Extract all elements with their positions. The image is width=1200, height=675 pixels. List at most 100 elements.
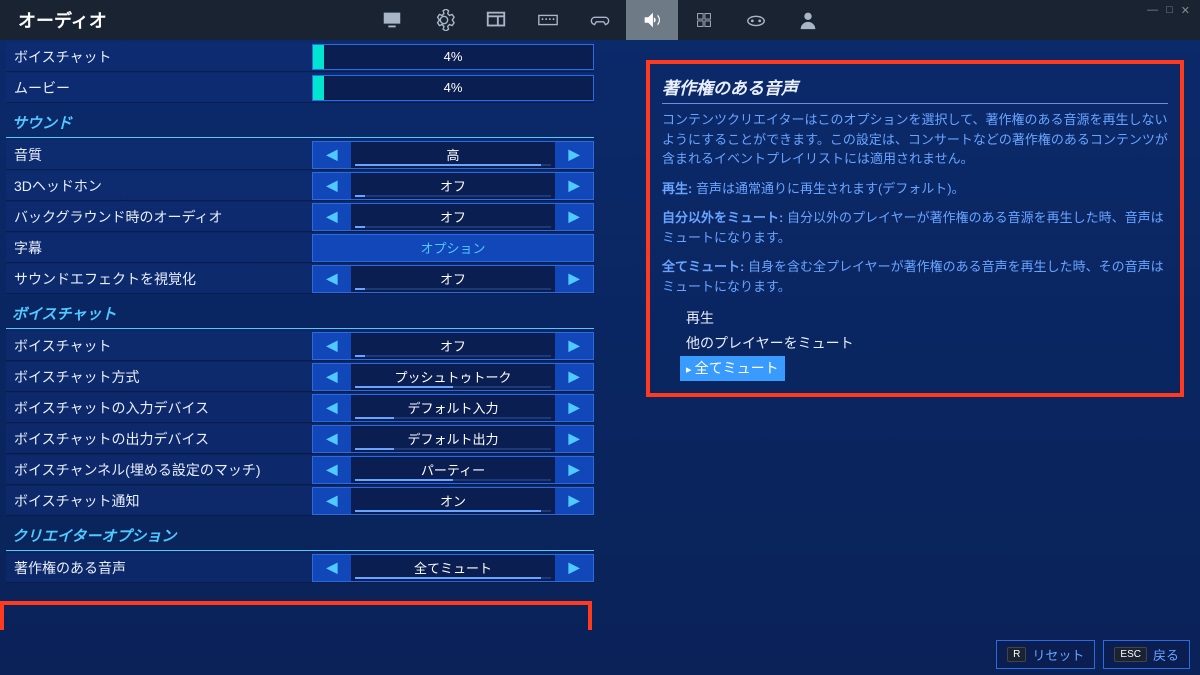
value-display: オフ [351,266,555,292]
value-selector[interactable]: ◀全てミュート▶ [312,554,594,582]
tab-controller-icon[interactable] [730,0,782,40]
value-selector[interactable]: ◀オフ▶ [312,332,594,360]
value-selector[interactable]: ◀高▶ [312,141,594,169]
slider[interactable]: 4% [312,43,594,71]
top-bar: オーディオ — □ ✕ [0,0,1200,40]
value-selector[interactable]: ◀オン▶ [312,487,594,515]
setting-row[interactable]: ボイスチャットの入力デバイス◀デフォルト入力▶ [6,393,594,423]
arrow-right-icon[interactable]: ▶ [555,395,593,421]
arrow-left-icon[interactable]: ◀ [313,457,351,483]
arrow-left-icon[interactable]: ◀ [313,555,351,581]
arrow-right-icon[interactable]: ▶ [555,457,593,483]
value-selector[interactable]: ◀オフ▶ [312,203,594,231]
row-label: サウンドエフェクトを視覚化 [6,269,312,289]
window-controls: — □ ✕ [1147,4,1190,17]
row-label: 字幕 [6,238,312,258]
value-selector[interactable]: ◀パーティー▶ [312,456,594,484]
row-label: ボイスチャットの入力デバイス [6,398,312,418]
info-body: コンテンツクリエイターはこのオプションを選択して、著作権のある音源を再生しないよ… [662,110,1168,381]
setting-row[interactable]: サウンドエフェクトを視覚化◀オフ▶ [6,264,594,294]
value-display: デフォルト入力 [351,395,555,421]
row-label: バックグラウンド時のオーディオ [6,207,312,227]
arrow-right-icon[interactable]: ▶ [555,333,593,359]
tab-icons [366,0,834,40]
setting-row[interactable]: 字幕オプション [6,233,594,263]
value-selector[interactable]: ◀デフォルト出力▶ [312,425,594,453]
row-label: ボイスチャット [6,336,312,356]
tab-audio-icon[interactable] [626,0,678,40]
arrow-right-icon[interactable]: ▶ [555,266,593,292]
setting-row[interactable]: ボイスチャット通知◀オン▶ [6,486,594,516]
tab-gear-icon[interactable] [418,0,470,40]
value-selector[interactable]: ◀オフ▶ [312,172,594,200]
value-display: 高 [351,142,555,168]
tab-access-icon[interactable] [678,0,730,40]
slider[interactable]: 4% [312,74,594,102]
row-label: ボイスチャンネル(埋める設定のマッチ) [6,460,312,480]
arrow-left-icon[interactable]: ◀ [313,266,351,292]
arrow-right-icon[interactable]: ▶ [555,364,593,390]
arrow-left-icon[interactable]: ◀ [313,142,351,168]
row-label: 著作権のある音声 [6,558,312,578]
setting-row[interactable]: 音質◀高▶ [6,140,594,170]
info-option[interactable]: 再生 [680,306,1168,331]
setting-row[interactable]: 著作権のある音声◀全てミュート▶ [6,553,594,583]
setting-row[interactable]: ボイスチャットの出力デバイス◀デフォルト出力▶ [6,424,594,454]
row-label: ボイスチャット方式 [6,367,312,387]
tab-monitor-icon[interactable] [366,0,418,40]
reset-button[interactable]: Rリセット [996,640,1095,669]
setting-row[interactable]: 3Dヘッドホン◀オフ▶ [6,171,594,201]
value-selector[interactable]: ◀デフォルト入力▶ [312,394,594,422]
value-display: オフ [351,204,555,230]
value-display: オン [351,488,555,514]
arrow-left-icon[interactable]: ◀ [313,488,351,514]
value-display: パーティー [351,457,555,483]
arrow-right-icon[interactable]: ▶ [555,555,593,581]
row-label: ボイスチャット [6,47,312,67]
settings-panel: ボイスチャット 4% ムービー 4% サウンド 音質◀高▶3Dヘッドホン◀オフ▶… [0,40,600,630]
close-icon[interactable]: ✕ [1181,4,1190,17]
value-display: オフ [351,333,555,359]
arrow-right-icon[interactable]: ▶ [555,488,593,514]
arrow-right-icon[interactable]: ▶ [555,142,593,168]
info-option[interactable]: 他のプレイヤーをミュート [680,331,1168,356]
arrow-left-icon[interactable]: ◀ [313,173,351,199]
tab-window-icon[interactable] [470,0,522,40]
footer: Rリセット ESC戻る [996,640,1190,669]
setting-row[interactable]: ボイスチャンネル(埋める設定のマッチ)◀パーティー▶ [6,455,594,485]
tab-keyboard-icon[interactable] [522,0,574,40]
arrow-right-icon[interactable]: ▶ [555,426,593,452]
value-display: 全てミュート [351,555,555,581]
minimize-icon[interactable]: — [1147,4,1158,17]
info-title: 著作権のある音声 [662,74,1168,104]
setting-row[interactable]: ボイスチャット◀オフ▶ [6,331,594,361]
info-options: 再生 他のプレイヤーをミュート 全てミュート [680,306,1168,381]
highlight-creator-section [0,601,592,630]
arrow-right-icon[interactable]: ▶ [555,173,593,199]
slider-row-voicechat[interactable]: ボイスチャット 4% [6,42,594,72]
value-display: プッシュトゥトーク [351,364,555,390]
slider-row-movie[interactable]: ムービー 4% [6,73,594,103]
row-label: 音質 [6,145,312,165]
maximize-icon[interactable]: □ [1166,4,1173,17]
setting-row[interactable]: ボイスチャット方式◀プッシュトゥトーク▶ [6,362,594,392]
section-voice-header: ボイスチャット [6,295,594,329]
arrow-left-icon[interactable]: ◀ [313,333,351,359]
tab-gamepad-icon[interactable] [574,0,626,40]
value-display: オフ [351,173,555,199]
row-label: ボイスチャットの出力デバイス [6,429,312,449]
setting-row[interactable]: バックグラウンド時のオーディオ◀オフ▶ [6,202,594,232]
value-selector[interactable]: ◀プッシュトゥトーク▶ [312,363,594,391]
info-option-selected[interactable]: 全てミュート [680,356,785,381]
arrow-left-icon[interactable]: ◀ [313,395,351,421]
arrow-left-icon[interactable]: ◀ [313,204,351,230]
section-sound-header: サウンド [6,104,594,138]
back-button[interactable]: ESC戻る [1103,640,1190,669]
arrow-left-icon[interactable]: ◀ [313,364,351,390]
tab-person-icon[interactable] [782,0,834,40]
arrow-right-icon[interactable]: ▶ [555,204,593,230]
arrow-left-icon[interactable]: ◀ [313,426,351,452]
options-button[interactable]: オプション [312,234,594,262]
info-panel: 著作権のある音声 コンテンツクリエイターはこのオプションを選択して、著作権のある… [646,60,1184,397]
value-selector[interactable]: ◀オフ▶ [312,265,594,293]
